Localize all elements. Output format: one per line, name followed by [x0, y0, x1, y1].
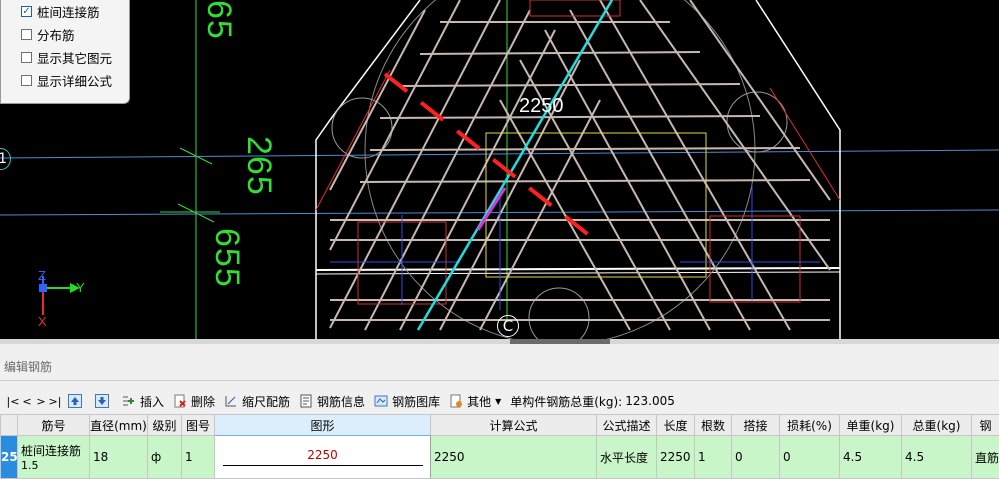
- cell-shape[interactable]: 2250: [215, 436, 431, 479]
- cell-name-text: 桩间连接筋: [21, 442, 86, 459]
- nav-last-button[interactable]: >|: [48, 395, 62, 408]
- other-label: 其他: [467, 393, 491, 410]
- option-label: 桩间连接筋: [37, 2, 100, 21]
- cell-grade[interactable]: ф: [148, 436, 182, 479]
- header-rownum: [1, 415, 18, 436]
- option-show-formula[interactable]: 显示详细公式: [1, 69, 129, 92]
- header-lap[interactable]: 搭接: [732, 415, 780, 436]
- checkbox-show-formula[interactable]: [21, 75, 32, 86]
- insert-row-icon: [122, 394, 136, 408]
- cell-unit-weight[interactable]: 4.5: [840, 436, 902, 479]
- rebar-info-label: 钢筋信息: [317, 393, 365, 410]
- edit-rebar-panel: 编辑钢筋 |< < > >| 插入 删除 缩尺配筋 钢筋信息 钢筋: [0, 344, 999, 478]
- rebar-info-button[interactable]: 钢筋信息: [299, 393, 365, 410]
- rebar-library-label: 钢筋图库: [392, 393, 440, 410]
- cell-name-sub: 1.5: [21, 459, 86, 472]
- header-unit-weight[interactable]: 单重(kg): [840, 415, 902, 436]
- axis-marker-c-text: C: [503, 317, 513, 335]
- insert-label: 插入: [140, 393, 164, 410]
- table-header: 筋号 直径(mm) 级别 图号 图形 计算公式 公式描述 长度 根数 搭接 损耗…: [1, 415, 999, 436]
- cad-drawing: [0, 0, 999, 340]
- cell-formula[interactable]: 2250: [431, 436, 597, 479]
- total-weight-value: 123.005: [625, 394, 675, 408]
- display-options-panel: ✓ 桩间连接筋 分布筋 显示其它图元 显示详细公式: [0, 0, 130, 104]
- header-shape[interactable]: 图形: [215, 415, 431, 436]
- axis-marker-c: C: [497, 315, 519, 337]
- move-up-button[interactable]: [68, 394, 86, 408]
- axis-marker-1-text: 1: [0, 151, 7, 167]
- cell-fig[interactable]: 1: [182, 436, 215, 479]
- nav-next-button[interactable]: >: [34, 395, 48, 408]
- cell-diameter[interactable]: 18: [90, 436, 148, 479]
- cell-length[interactable]: 2250: [657, 436, 695, 479]
- header-total-weight[interactable]: 总重(kg): [902, 415, 972, 436]
- document-icon: [299, 394, 313, 408]
- header-length[interactable]: 长度: [657, 415, 695, 436]
- arrow-up-icon: [68, 394, 82, 408]
- shape-line: [223, 465, 423, 466]
- rebar-toolbar: |< < > >| 插入 删除 缩尺配筋 钢筋信息 钢筋图库: [0, 390, 999, 412]
- panel-title: 编辑钢筋: [4, 358, 52, 375]
- scale-rebar-button[interactable]: 缩尺配筋: [224, 393, 290, 410]
- library-icon: [374, 394, 388, 408]
- rebar-length-label: 2250: [519, 95, 564, 118]
- cell-count[interactable]: 1: [695, 436, 732, 479]
- cell-desc[interactable]: 水平长度: [597, 436, 657, 479]
- option-label: 显示其它图元: [37, 48, 112, 67]
- header-diameter[interactable]: 直径(mm): [90, 415, 148, 436]
- option-distribution-rebar[interactable]: 分布筋: [1, 23, 129, 46]
- option-show-other[interactable]: 显示其它图元: [1, 46, 129, 69]
- nav-first-button[interactable]: |<: [6, 395, 20, 408]
- header-name[interactable]: 筋号: [18, 415, 90, 436]
- other-icon: [449, 394, 463, 408]
- header-formula[interactable]: 计算公式: [431, 415, 597, 436]
- delete-label: 删除: [191, 393, 215, 410]
- header-fig[interactable]: 图号: [182, 415, 215, 436]
- checkbox-connect-rebar[interactable]: ✓: [21, 6, 32, 17]
- row-number[interactable]: 25: [1, 436, 18, 479]
- shape-value: 2250: [218, 448, 427, 462]
- header-desc[interactable]: 公式描述: [597, 415, 657, 436]
- table-row[interactable]: 25 桩间连接筋 1.5 18 ф 1 2250 2250 水平长度 2250 …: [1, 436, 999, 479]
- cell-name[interactable]: 桩间连接筋 1.5: [18, 436, 90, 479]
- dimension-265: 265: [239, 136, 278, 196]
- dimension-655: 655: [207, 228, 246, 288]
- nav-prev-button[interactable]: <: [20, 395, 34, 408]
- move-down-button[interactable]: [95, 394, 113, 408]
- header-loss[interactable]: 损耗(%): [780, 415, 840, 436]
- option-label: 分布筋: [37, 25, 75, 44]
- header-count[interactable]: 根数: [695, 415, 732, 436]
- delete-button[interactable]: 删除: [173, 393, 215, 410]
- arrow-down-icon: [95, 394, 109, 408]
- axis-y-label: Y: [76, 280, 85, 295]
- scale-icon: [224, 394, 238, 408]
- cell-total-weight[interactable]: 4.5: [902, 436, 972, 479]
- axis-z-label: Z: [38, 268, 46, 283]
- checkbox-distribution-rebar[interactable]: [21, 29, 32, 40]
- insert-button[interactable]: 插入: [122, 393, 164, 410]
- dimension-65: 65: [199, 0, 238, 40]
- cad-canvas[interactable]: Z Y X 65 265 655 2250 C 1 ✓ 桩间连接筋 分布筋 显示…: [0, 0, 999, 340]
- option-label: 显示详细公式: [37, 71, 112, 90]
- total-weight: 单构件钢筋总重(kg): 123.005: [510, 393, 675, 410]
- axis-x-label: X: [38, 314, 47, 329]
- rebar-table: 筋号 直径(mm) 级别 图号 图形 计算公式 公式描述 长度 根数 搭接 损耗…: [0, 414, 999, 479]
- delete-icon: [173, 394, 187, 408]
- cell-loss[interactable]: 0: [780, 436, 840, 479]
- scale-label: 缩尺配筋: [242, 393, 290, 410]
- other-menu-button[interactable]: 其他 ▼: [449, 393, 501, 410]
- cell-extra[interactable]: 直筋: [972, 436, 999, 479]
- option-connect-rebar[interactable]: ✓ 桩间连接筋: [1, 0, 129, 23]
- header-extra[interactable]: 钢: [972, 415, 999, 436]
- chevron-down-icon: ▼: [495, 397, 501, 406]
- rebar-library-button[interactable]: 钢筋图库: [374, 393, 440, 410]
- header-grade[interactable]: 级别: [148, 415, 182, 436]
- total-weight-label: 单构件钢筋总重(kg):: [510, 393, 622, 410]
- checkbox-show-other[interactable]: [21, 52, 32, 63]
- panel-divider: [0, 380, 999, 381]
- cell-lap[interactable]: 0: [732, 436, 780, 479]
